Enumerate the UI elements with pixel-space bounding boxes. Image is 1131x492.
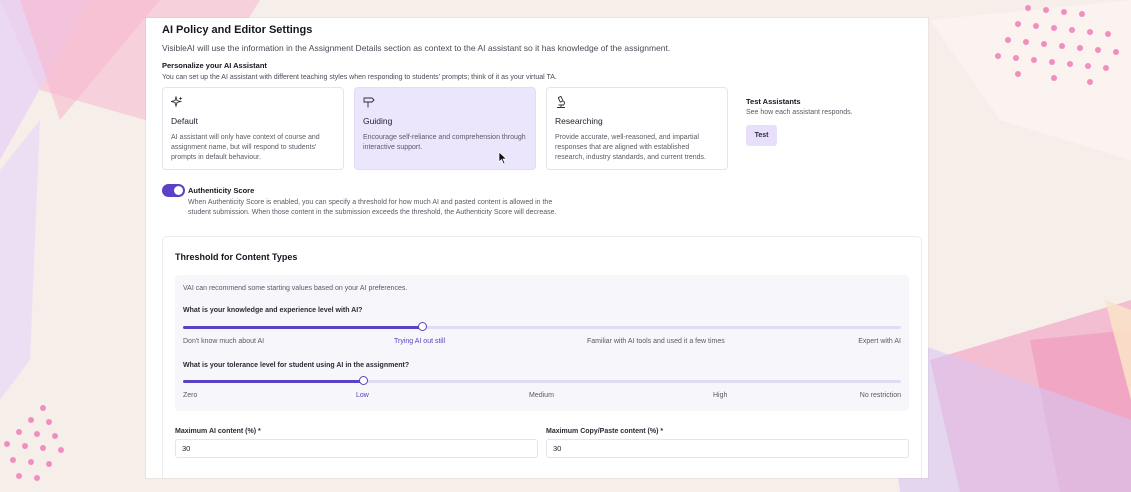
card-description: Encourage self-reliance and comprehensio… — [363, 134, 526, 151]
settings-panel: AI Policy and Editor Settings VisibleAI … — [146, 18, 928, 478]
microscope-icon — [557, 96, 565, 108]
authenticity-label: Authenticity Score — [188, 186, 255, 195]
slider-option[interactable]: Zero — [183, 392, 197, 399]
assistant-card-default[interactable]: Default AI assistant will only have cont… — [162, 87, 344, 170]
slider-option[interactable]: No restriction — [860, 392, 901, 399]
knowledge-question: What is your knowledge and experience le… — [183, 307, 363, 314]
toggle-knob — [174, 186, 183, 195]
card-description: AI assistant will only have context of c… — [171, 134, 320, 161]
slider-option[interactable]: High — [713, 392, 727, 399]
page-title: AI Policy and Editor Settings — [162, 24, 313, 36]
assistant-card-guiding[interactable]: Guiding Encourage self-reliance and comp… — [354, 87, 536, 170]
recommendation-text: VAI can recommend some starting values b… — [183, 285, 408, 292]
card-description: Provide accurate, well-reasoned, and imp… — [555, 134, 706, 161]
slider-option[interactable]: Expert with AI — [858, 338, 901, 345]
tolerance-question: What is your tolerance level for student… — [183, 362, 410, 369]
page-description: VisibleAI will use the information in th… — [162, 43, 671, 53]
card-title: Guiding — [363, 116, 393, 126]
mouse-cursor-icon — [498, 151, 508, 165]
settings-content: AI Policy and Editor Settings VisibleAI … — [162, 18, 922, 478]
tolerance-slider[interactable] — [183, 376, 901, 385]
personalize-description: You can set up the AI assistant with dif… — [162, 74, 557, 81]
slider-option[interactable]: Familiar with AI tools and used it a few… — [587, 338, 725, 345]
test-assistants-heading: Test Assistants — [746, 97, 801, 106]
slider-fill — [183, 326, 423, 329]
authenticity-description: When Authenticity Score is enabled, you … — [188, 199, 557, 216]
max-copy-paste-label: Maximum Copy/Paste content (%) * — [546, 428, 664, 435]
signpost-icon — [363, 97, 375, 108]
slider-option[interactable]: Trying AI out still — [394, 338, 445, 345]
max-ai-content-label: Maximum AI content (%) * — [175, 428, 261, 435]
authenticity-toggle[interactable] — [162, 184, 185, 197]
slider-thumb[interactable] — [418, 322, 428, 331]
slider-thumb[interactable] — [358, 376, 368, 385]
dot-pattern-top-right — [985, 5, 1125, 85]
slider-fill — [183, 380, 363, 383]
slider-option[interactable]: Don't know much about AI — [183, 338, 264, 345]
max-copy-paste-input[interactable] — [546, 439, 909, 458]
test-button[interactable]: Test — [746, 125, 777, 146]
test-assistants-description: See how each assistant responds. — [746, 109, 853, 116]
max-ai-content-input[interactable] — [175, 439, 538, 458]
slider-option[interactable]: Low — [356, 392, 369, 399]
card-title: Researching — [555, 116, 603, 126]
threshold-title: Threshold for Content Types — [175, 252, 298, 262]
knowledge-slider[interactable] — [183, 322, 901, 331]
card-title: Default — [171, 116, 198, 126]
threshold-section: Threshold for Content Types VAI can reco… — [162, 236, 922, 478]
sparkle-icon — [171, 96, 183, 108]
personalize-heading: Personalize your AI Assistant — [162, 61, 267, 70]
slider-option[interactable]: Medium — [529, 392, 554, 399]
recommendation-box: VAI can recommend some starting values b… — [175, 275, 909, 411]
dot-pattern-bottom-left — [4, 405, 84, 485]
assistant-card-researching[interactable]: Researching Provide accurate, well-reaso… — [546, 87, 728, 170]
